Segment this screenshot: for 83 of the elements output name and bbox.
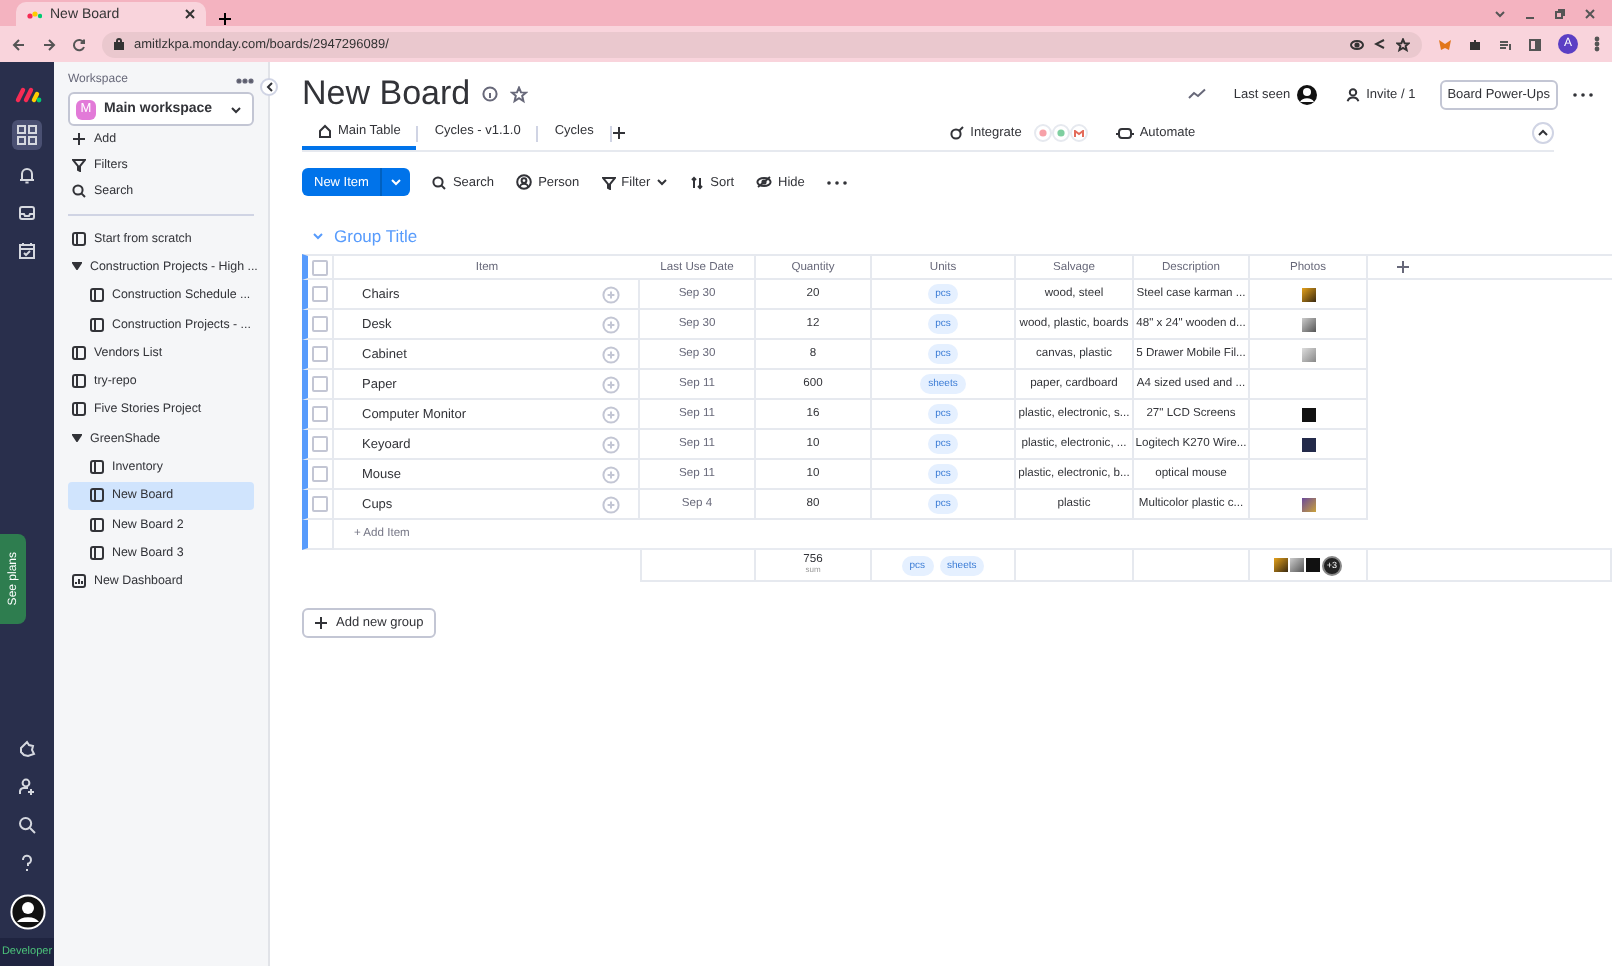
board-icon: [90, 317, 104, 332]
home-icon: [318, 124, 332, 138]
row-checkbox[interactable]: [312, 466, 328, 482]
playlist-icon[interactable]: [1498, 37, 1512, 51]
plus-icon: [314, 616, 328, 630]
share-icon[interactable]: [1374, 38, 1386, 50]
restore-icon[interactable]: [1554, 7, 1566, 19]
photo-thumbnail: [1301, 347, 1315, 361]
chevron-down-icon: [230, 105, 242, 113]
calendar-icon[interactable]: [18, 242, 36, 260]
search-icon: [432, 175, 447, 189]
photo-thumbnail: [1301, 407, 1315, 421]
board-icon: [90, 545, 104, 560]
photo-thumbnail: [1301, 317, 1315, 331]
monday-logo-icon[interactable]: [13, 84, 41, 104]
photo-thumbnail: [1301, 437, 1315, 451]
photo-thumbnail: [1301, 497, 1315, 511]
board-icon: [90, 517, 104, 532]
avatar-icon[interactable]: [9, 894, 45, 930]
board-icon: [72, 402, 86, 417]
row-checkbox[interactable]: [312, 259, 328, 275]
eye-icon[interactable]: [1350, 39, 1364, 49]
sort-icon: [690, 175, 705, 189]
chevron-left-icon: [265, 82, 273, 92]
robot-icon: [1115, 126, 1134, 140]
filter-icon: [601, 175, 616, 189]
board-icon: [72, 374, 86, 389]
row-checkbox[interactable]: [312, 406, 328, 422]
board-icon: [72, 345, 86, 360]
help-icon[interactable]: [20, 854, 34, 872]
eye-hidden-icon: [756, 176, 773, 188]
caret-icon[interactable]: [72, 434, 82, 443]
search-icon: [72, 184, 86, 198]
avatar-icon: [1296, 83, 1319, 105]
chevron-down-icon[interactable]: [312, 232, 324, 240]
person-icon: [516, 174, 533, 190]
close-icon[interactable]: [184, 8, 196, 20]
reload-icon[interactable]: [72, 37, 86, 51]
board-icon: [72, 231, 86, 246]
row-checkbox[interactable]: [312, 376, 328, 392]
lock-icon: [114, 38, 124, 50]
back-icon[interactable]: [12, 37, 26, 51]
chevron-down-icon: [656, 178, 669, 186]
app-icon: [1069, 124, 1088, 142]
more-icon[interactable]: [236, 77, 254, 83]
search-icon[interactable]: [18, 816, 36, 834]
row-checkbox[interactable]: [312, 346, 328, 362]
collapse-icon[interactable]: [1532, 122, 1554, 144]
plus-icon: [72, 132, 86, 146]
row-checkbox[interactable]: [312, 316, 328, 332]
close-icon[interactable]: [1584, 7, 1596, 19]
info-icon[interactable]: [482, 86, 499, 102]
grid-icon[interactable]: [12, 120, 42, 150]
forward-icon[interactable]: [42, 37, 56, 51]
filter-icon: [72, 158, 86, 172]
plus-icon[interactable]: [1396, 260, 1410, 274]
chevron-down-icon[interactable]: [1494, 9, 1506, 17]
more-icon[interactable]: [1570, 91, 1596, 97]
more-icon[interactable]: [1594, 36, 1600, 52]
plus-icon[interactable]: [218, 12, 232, 26]
row-checkbox[interactable]: [312, 496, 328, 512]
dashboard-icon: [72, 574, 86, 589]
plus-icon[interactable]: [611, 126, 626, 140]
photo-thumbnail: [1301, 287, 1315, 301]
row-checkbox[interactable]: [312, 286, 328, 302]
collapse-button[interactable]: [260, 78, 278, 96]
board-logo-icon: [26, 8, 42, 20]
row-checkbox[interactable]: [312, 436, 328, 452]
board-icon: [90, 488, 104, 503]
star-icon[interactable]: [1396, 37, 1410, 51]
more-icon[interactable]: [826, 179, 849, 185]
activity-icon[interactable]: [1187, 88, 1206, 100]
inbox-icon[interactable]: [18, 204, 36, 222]
board-title: New Board: [302, 74, 471, 114]
board-icon: [90, 288, 104, 303]
star-icon[interactable]: [510, 85, 529, 103]
board-icon: [90, 460, 104, 475]
side-panel-icon[interactable]: [1528, 37, 1542, 51]
integrate-icon: [950, 126, 965, 140]
bell-icon[interactable]: [18, 166, 36, 184]
person-icon: [1346, 87, 1361, 101]
add-person-icon[interactable]: [18, 778, 36, 796]
caret-icon[interactable]: [72, 262, 82, 271]
